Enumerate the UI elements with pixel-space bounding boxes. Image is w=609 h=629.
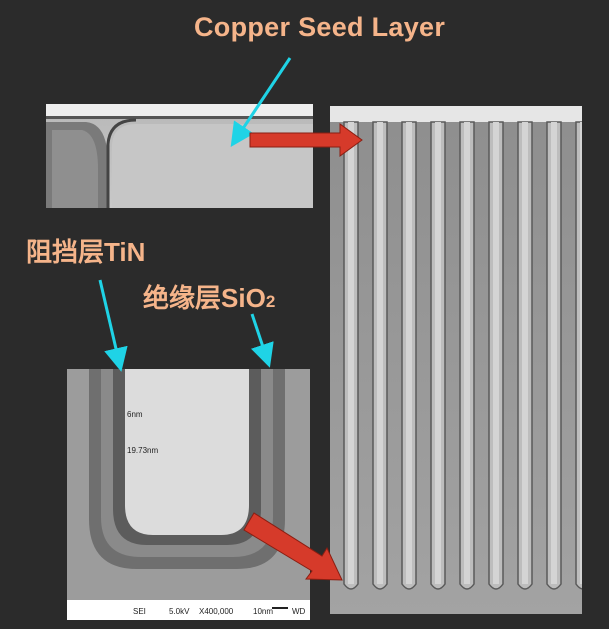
insulator-layer-label: 绝缘层SiO2 bbox=[143, 278, 275, 315]
tin-pointer bbox=[98, 279, 128, 372]
insulator-layer-label-cn: 绝缘层 bbox=[143, 283, 222, 313]
right-sem-cross-section bbox=[330, 106, 582, 614]
measure-label-1: 6nm bbox=[127, 410, 143, 419]
barrier-layer-label: 阻挡层TiN bbox=[26, 232, 145, 269]
trench-fill bbox=[580, 122, 582, 584]
insulator-layer-label-subscript: 2 bbox=[265, 292, 276, 311]
insulator-layer-label-formula: SiO bbox=[221, 283, 266, 313]
barrier-layer-label-formula: TiN bbox=[104, 237, 146, 267]
barrier-layer-label-cn: 阻挡层 bbox=[26, 237, 105, 267]
trench-fill bbox=[377, 122, 383, 584]
sem-magnification: X400,000 bbox=[199, 607, 234, 616]
measure-label-2: 19.73nm bbox=[127, 446, 158, 455]
sem-voltage: 5.0kV bbox=[169, 607, 190, 616]
trench-fill bbox=[435, 122, 441, 584]
trench-fill bbox=[493, 122, 499, 584]
trench-fill bbox=[522, 122, 528, 584]
trench-fill bbox=[551, 122, 557, 584]
sem-detector: SEI bbox=[133, 607, 146, 616]
trench-fill bbox=[406, 122, 412, 584]
sem-wd: WD bbox=[292, 607, 306, 616]
bottom-sem-micrograph: 6nm 19.73nm SEI 5.0kV X400,000 10nm WD bbox=[67, 369, 310, 620]
sio2-pointer bbox=[250, 313, 274, 368]
top-sem-micrograph bbox=[46, 104, 313, 208]
sem-scale: 10nm bbox=[253, 607, 273, 616]
copper-seed-layer-label: Copper Seed Layer bbox=[194, 12, 446, 42]
trench-fill bbox=[348, 122, 354, 584]
trench-fill bbox=[464, 122, 470, 584]
scale-bar bbox=[272, 607, 288, 609]
